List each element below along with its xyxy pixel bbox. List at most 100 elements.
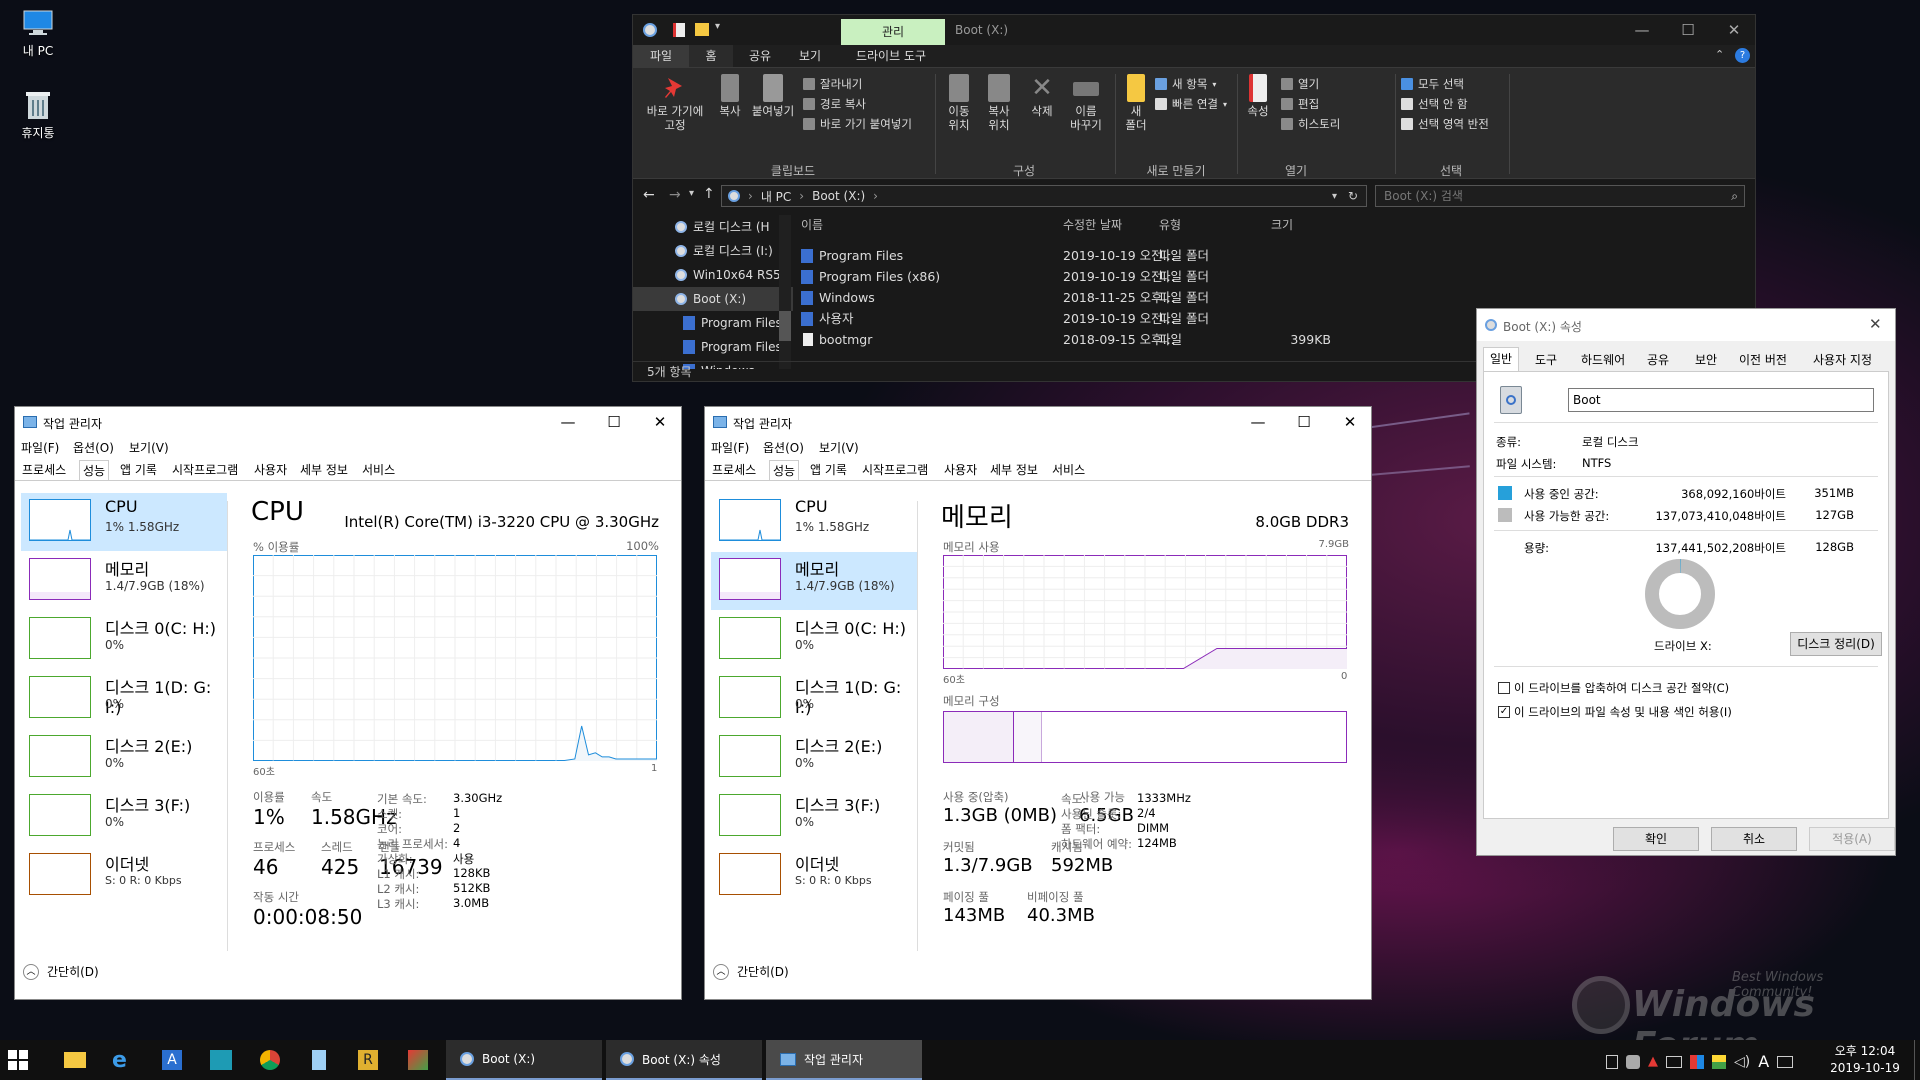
close-button[interactable]: ✕ [1869,315,1882,333]
tab-details[interactable]: 세부 정보 [987,460,1041,480]
tab-customize[interactable]: 사용자 지정 [1807,349,1878,371]
sidebar-item-disk-3[interactable]: 디스크 3(F:) 0% [21,788,227,846]
column-header-type[interactable]: 유형 [1159,215,1181,236]
tab-app-history[interactable]: 앱 기록 [117,460,160,480]
sidebar-item-cpu[interactable]: CPU 1% 1.58GHz [711,493,917,551]
sidebar-item-memory[interactable]: 메모리 1.4/7.9GB (18%) [21,552,227,610]
copy-button[interactable]: 복사 [713,74,747,118]
minimize-button[interactable]: — [1235,407,1281,437]
sidebar-item-disk-1[interactable]: 디스크 1(D: G: I:) 0% [711,670,917,728]
up-arrow-icon[interactable]: ↑ [703,186,715,202]
breadcrumb-boot[interactable]: Boot (X:) [812,189,865,203]
tab-users[interactable]: 사용자 [251,460,290,480]
rename-button[interactable]: 이름 바꾸기 [1063,74,1109,132]
sidebar-item-cpu[interactable]: CPU 1% 1.58GHz [21,493,227,551]
taskbar-item-properties[interactable]: Boot (X:) 속성 [606,1040,762,1080]
file-explorer-pin-icon[interactable] [64,1052,86,1068]
tray-app-icon[interactable] [1626,1054,1640,1069]
copy-to-button[interactable]: 복사 위치 [979,74,1019,132]
sidebar-item-disk-2[interactable]: 디스크 2(E:) 0% [711,729,917,787]
refresh-icon[interactable]: ↻ [1348,189,1358,203]
tab-performance[interactable]: 성능 [79,460,110,480]
compress-checkbox[interactable] [1498,682,1510,694]
qat-dropdown-icon[interactable]: ▾ [715,21,720,32]
cut-button[interactable]: 잘라내기 [803,76,862,92]
breadcrumb-my-pc[interactable]: 내 PC [761,188,791,205]
tab-details[interactable]: 세부 정보 [297,460,351,480]
index-checkbox[interactable]: ✓ [1498,706,1510,718]
disk-cleanup-button[interactable]: 디스크 정리(D) [1790,632,1882,656]
address-dropdown-icon[interactable]: ▾ [1332,191,1337,202]
column-header-date[interactable]: 수정한 날짜 [1063,215,1122,236]
column-header-size[interactable]: 크기 [1271,215,1293,236]
tab-general[interactable]: 일반 [1483,347,1520,371]
volume-label-input[interactable]: Boot [1568,388,1874,412]
help-icon[interactable]: ? [1735,48,1750,63]
delete-button[interactable]: ✕ 삭제 [1023,74,1061,118]
volume-icon[interactable]: ◁) [1734,1054,1750,1070]
taskbar-item-explorer[interactable]: Boot (X:) [446,1040,602,1080]
app-a-icon[interactable]: A [162,1050,182,1070]
cancel-button[interactable]: 취소 [1711,827,1797,851]
properties-qat-icon[interactable] [673,23,685,37]
copy-path-button[interactable]: 경로 복사 [803,96,866,112]
chevron-up-icon[interactable]: ⌃ [1715,48,1724,61]
sidebar-item-memory[interactable]: 메모리 1.4/7.9GB (18%) [711,552,917,610]
file-row[interactable]: 사용자 2019-10-19 오전... 파일 폴더 [801,308,1441,329]
network-icon[interactable] [1666,1055,1682,1068]
sidebar-item-ethernet[interactable]: 이더넷 S: 0 R: 0 Kbps [21,847,227,905]
sidebar-item-disk-1[interactable]: 디스크 1(D: G: I:) 0% [21,670,227,728]
tab-services[interactable]: 서비스 [1049,460,1088,480]
tab-services[interactable]: 서비스 [359,460,398,480]
menu-view[interactable]: 보기(V) [129,439,169,456]
properties-button[interactable]: 속성 [1241,74,1275,118]
new-item-button[interactable]: 새 항목 ▾ [1155,76,1216,92]
app-monitor-icon[interactable] [210,1050,232,1070]
tray-ime-grid-icon[interactable] [1690,1054,1704,1069]
tab-tools[interactable]: 도구 [1529,349,1563,371]
invert-selection-button[interactable]: 선택 영역 반전 [1401,116,1489,132]
tray-color-icon[interactable] [1712,1054,1726,1069]
desktop-icon-recycle-bin[interactable]: 휴지통 [0,90,78,141]
sidebar-item-disk-2[interactable]: 디스크 2(E:) 0% [21,729,227,787]
tab-drive-tools[interactable]: 드라이브 도구 [839,45,943,67]
new-folder-qat-icon[interactable] [695,23,709,36]
menu-file[interactable]: 파일(F) [711,439,749,456]
maximize-button[interactable]: ☐ [591,407,637,437]
menu-file[interactable]: 파일(F) [21,439,59,456]
sidebar-item-disk-0[interactable]: 디스크 0(C: H:) 0% [711,611,917,669]
recent-chevron-icon[interactable]: ▾ [689,188,694,199]
tab-home[interactable]: 홈 [689,45,733,67]
ok-button[interactable]: 확인 [1613,827,1699,851]
tab-hardware[interactable]: 하드웨어 [1575,349,1631,371]
tab-previous-versions[interactable]: 이전 버전 [1733,349,1793,371]
tab-view[interactable]: 보기 [787,45,833,67]
tray-desktop-icon[interactable] [1606,1054,1618,1069]
maximize-button[interactable]: ☐ [1665,15,1711,45]
internet-explorer-icon[interactable]: e [112,1048,127,1073]
minimize-button[interactable]: — [1619,15,1665,45]
back-arrow-icon[interactable]: ← [643,187,655,203]
tab-processes[interactable]: 프로세스 [709,460,759,480]
tab-file[interactable]: 파일 [633,45,689,67]
tab-share[interactable]: 공유 [733,45,787,67]
select-none-button[interactable]: 선택 안 함 [1401,96,1468,112]
app-r-icon[interactable]: R [358,1050,378,1070]
desktop-icon-my-pc[interactable]: 내 PC [0,8,78,59]
tab-startup[interactable]: 시작프로그램 [859,460,931,480]
apply-button[interactable]: 적용(A) [1809,827,1895,851]
start-button[interactable] [8,1050,28,1070]
maximize-button[interactable]: ☐ [1281,407,1327,437]
chrome-icon[interactable] [260,1050,280,1070]
compress-checkbox-row[interactable]: 이 드라이브를 압축하여 디스크 공간 절약(C) [1498,680,1729,696]
context-tab-manage[interactable]: 관리 [841,19,945,45]
sidebar-item-disk-3[interactable]: 디스크 3(F:) 0% [711,788,917,846]
column-header-name[interactable]: 이름 [801,215,823,236]
app-file-icon[interactable] [312,1050,326,1070]
file-row[interactable]: Program Files 2019-10-19 오전... 파일 폴더 [801,245,1441,266]
history-button[interactable]: 히스토리 [1281,116,1340,132]
index-checkbox-row[interactable]: ✓ 이 드라이브의 파일 속성 및 내용 색인 허용(I) [1498,704,1732,720]
tab-performance[interactable]: 성능 [769,460,800,480]
pin-to-quick-access-button[interactable]: 바로 가기에 고정 [639,74,711,132]
close-button[interactable]: ✕ [637,407,683,437]
